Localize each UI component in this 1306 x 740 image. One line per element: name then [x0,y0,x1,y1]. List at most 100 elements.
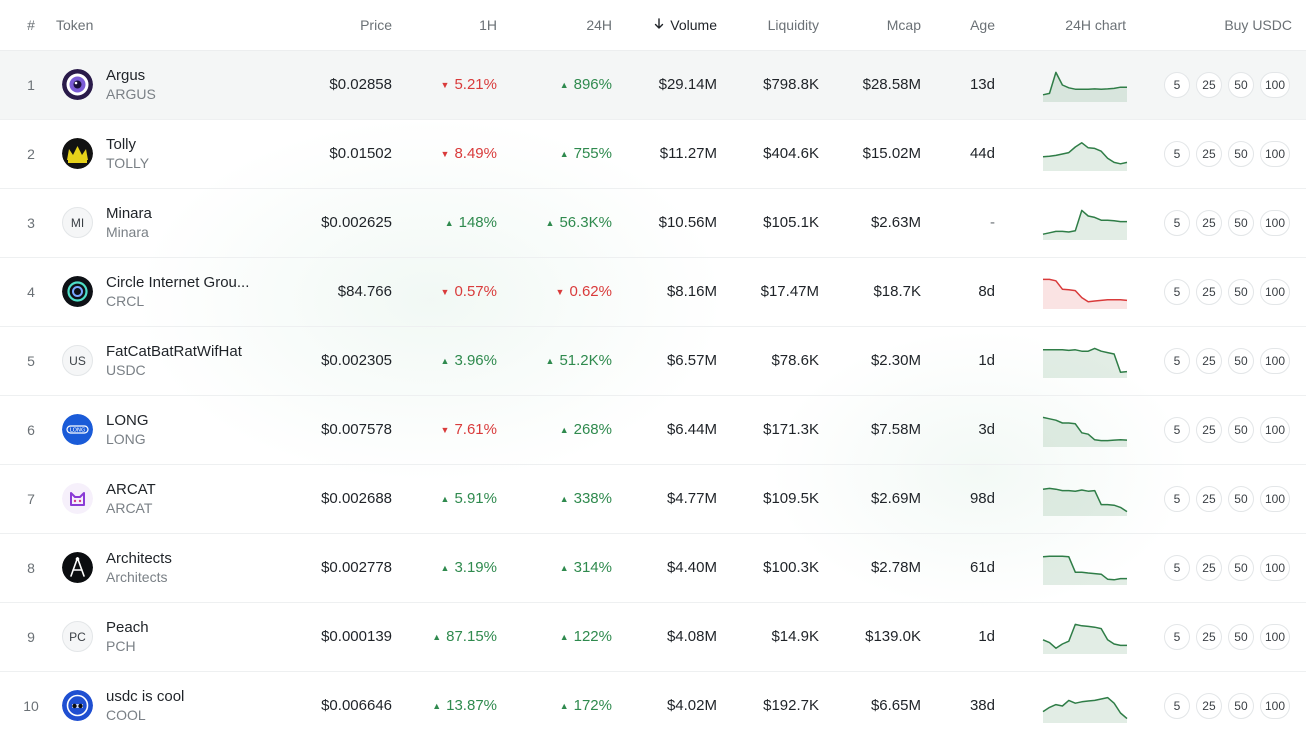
buy-50-button[interactable]: 50 [1227,209,1254,236]
buy-5-button[interactable]: 5 [1163,416,1190,443]
volume-cell: $11.27M [659,145,717,162]
buy-100-button[interactable]: 100 [1259,554,1290,581]
buy-25-button[interactable]: 25 [1195,278,1222,305]
token-cell[interactable]: ARCAT ARCAT [62,464,292,533]
row-rank: 6 [27,421,35,438]
token-cell[interactable]: US FatCatBatRatWifHat USDC [62,326,292,395]
buy-50-button[interactable]: 50 [1227,278,1254,305]
buy-50-button[interactable]: 50 [1227,485,1254,512]
buy-cell: 5 25 50 100 [1150,50,1306,119]
token-cell[interactable]: Argus ARGUS [62,50,292,119]
row-rank: 5 [27,352,35,369]
buy-50-button[interactable]: 50 [1227,347,1254,374]
up-triangle-icon: ▲ [432,701,442,712]
buy-25-button[interactable]: 25 [1195,71,1222,98]
col-token-header[interactable]: Token [56,0,292,51]
buy-50-button[interactable]: 50 [1227,416,1254,443]
change-value: 3.96% [454,352,497,369]
up-triangle-icon: ▲ [440,494,450,504]
token-cell[interactable]: usdc is cool COOL [62,671,292,740]
buy-100-button[interactable]: 100 [1259,278,1290,305]
change-1h-cell: ▼ 5.21% [392,50,497,119]
table-row[interactable]: 6 LONG LONG LONG $0.007578 ▼ 7.61% ▲ 268% … [0,395,1306,464]
buy-5-button[interactable]: 5 [1163,623,1190,650]
buy-25-button[interactable]: 25 [1195,692,1222,719]
buy-100-button[interactable]: 100 [1259,140,1290,167]
sparkline-chart [1042,141,1128,171]
buy-buttons: 5 25 50 100 [1150,278,1306,305]
token-cell[interactable]: Circle Internet Grou... CRCL [62,257,292,326]
buy-100-button[interactable]: 100 [1259,347,1290,374]
token-initials-icon: US [62,345,93,376]
buy-5-button[interactable]: 5 [1163,692,1190,719]
token-cell[interactable]: Architects Architects [62,533,292,602]
col-liquidity-header[interactable]: Liquidity [717,0,819,51]
sparkline-area [1043,555,1127,585]
buy-buttons: 5 25 50 100 [1150,209,1306,236]
liquidity-cell: $14.9K [771,628,819,645]
buy-5-button[interactable]: 5 [1163,554,1190,581]
buy-5-button[interactable]: 5 [1163,140,1190,167]
buy-5-button[interactable]: 5 [1163,347,1190,374]
col-24h-header[interactable]: 24H [497,0,612,51]
buy-cell: 5 25 50 100 [1150,395,1306,464]
mcap-cell: $28.58M [862,76,921,93]
age-cell: 1d [978,628,995,645]
row-rank: 2 [27,145,35,162]
argus-eye-logo-icon [62,69,93,100]
table-row[interactable]: 9 PC Peach PCH $0.000139 ▲ 87.15% ▲ 122% $… [0,602,1306,671]
mcap-cell: $2.69M [870,490,921,507]
buy-25-button[interactable]: 25 [1195,416,1222,443]
buy-100-button[interactable]: 100 [1259,71,1290,98]
buy-25-button[interactable]: 25 [1195,623,1222,650]
buy-25-button[interactable]: 25 [1195,140,1222,167]
buy-100-button[interactable]: 100 [1259,209,1290,236]
table-row[interactable]: 2 Tolly TOLLY $0.01502 ▼ 8.49% ▲ 755% $11.… [0,119,1306,188]
token-symbol: PCH [106,637,136,654]
volume-cell: $8.16M [666,283,717,300]
buy-50-button[interactable]: 50 [1227,71,1254,98]
buy-5-button[interactable]: 5 [1163,209,1190,236]
table-row[interactable]: 1 Argus ARGUS $0.02858 ▼ 5.21% ▲ 896% $29.… [0,50,1306,119]
table-row[interactable]: 4 Circle Internet Grou... CRCL $84.766 ▼… [0,257,1306,326]
down-triangle-icon: ▼ [440,287,450,297]
age-cell: 1d [978,352,995,369]
col-mcap-header[interactable]: Mcap [819,0,921,51]
buy-50-button[interactable]: 50 [1227,623,1254,650]
buy-5-button[interactable]: 5 [1163,278,1190,305]
token-name: Tolly [106,135,137,153]
buy-100-button[interactable]: 100 [1259,623,1290,650]
buy-25-button[interactable]: 25 [1195,209,1222,236]
buy-25-button[interactable]: 25 [1195,347,1222,374]
token-cell[interactable]: PC Peach PCH [62,602,292,671]
change-value: 338% [573,490,612,507]
buy-25-button[interactable]: 25 [1195,554,1222,581]
token-cell[interactable]: MI Minara Minara [62,188,292,257]
buy-100-button[interactable]: 100 [1259,416,1290,443]
down-triangle-icon: ▼ [440,149,450,159]
table-row[interactable]: 3 MI Minara Minara $0.002625 ▲ 148% ▲ 56.3… [0,188,1306,257]
token-symbol: Minara [106,223,149,240]
buy-100-button[interactable]: 100 [1259,485,1290,512]
col-volume-header[interactable]: Volume [612,0,717,51]
buy-100-button[interactable]: 100 [1259,692,1290,719]
buy-25-button[interactable]: 25 [1195,485,1222,512]
col-1h-header[interactable]: 1H [392,0,497,51]
buy-50-button[interactable]: 50 [1227,140,1254,167]
token-cell[interactable]: Tolly TOLLY [62,119,292,188]
price-cell: $0.007578 [321,421,392,438]
table-row[interactable]: 7 ARCAT ARCAT $0.002688 ▲ 5.91% ▲ 338% $4.… [0,464,1306,533]
buy-50-button[interactable]: 50 [1227,692,1254,719]
buy-50-button[interactable]: 50 [1227,554,1254,581]
col-age-header[interactable]: Age [921,0,995,51]
table-row[interactable]: 10 usdc is cool COOL $0.006646 ▲ 13.87% ▲… [0,671,1306,740]
buy-5-button[interactable]: 5 [1163,71,1190,98]
token-cell[interactable]: LONG LONG LONG [62,395,292,464]
buy-5-button[interactable]: 5 [1163,485,1190,512]
table-row[interactable]: 8 Architects Architects $0.002778 ▲ 3.19%… [0,533,1306,602]
col-price-header[interactable]: Price [292,0,392,51]
table-row[interactable]: 5 US FatCatBatRatWifHat USDC $0.002305 ▲… [0,326,1306,395]
mcap-cell: $2.30M [870,352,921,369]
token-initials-icon: PC [62,621,93,652]
buy-buttons: 5 25 50 100 [1150,416,1306,443]
